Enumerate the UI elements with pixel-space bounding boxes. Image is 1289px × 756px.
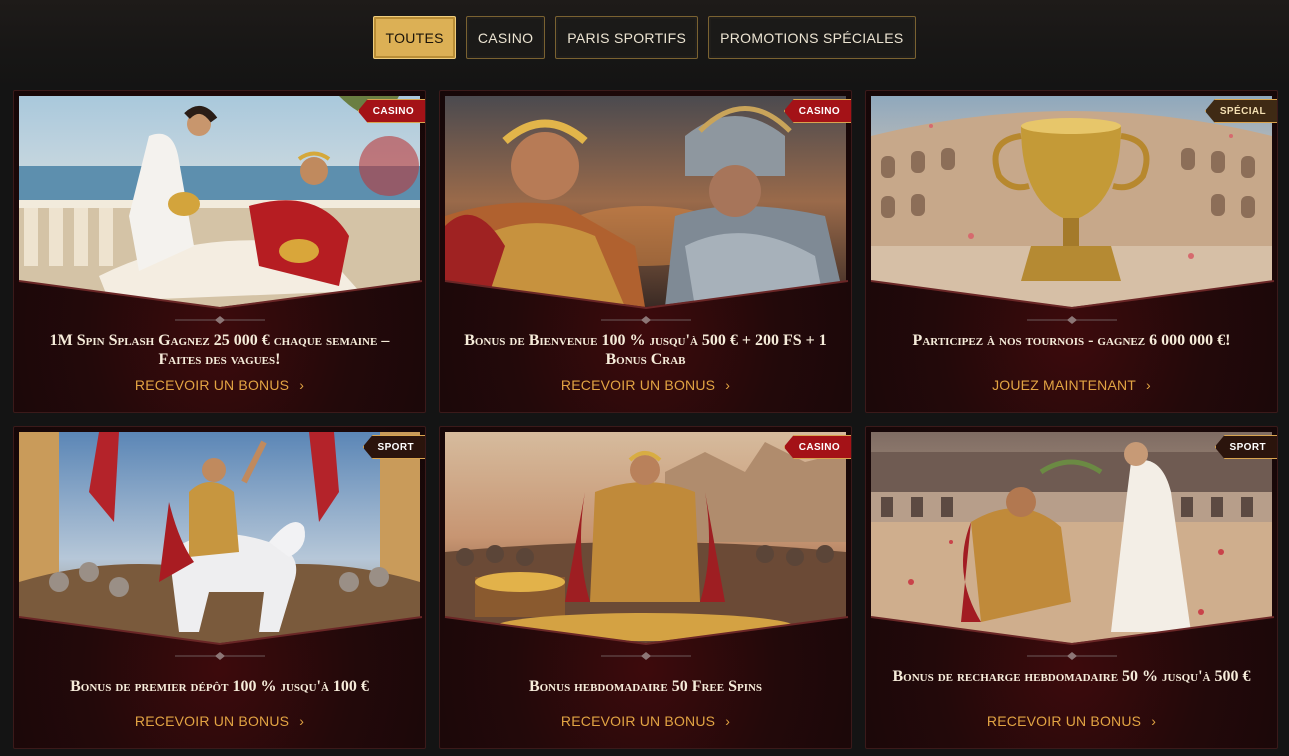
promo-card[interactable]: SPÉCIAL Participez à nos tournois - gagn…	[865, 90, 1278, 413]
promo-card[interactable]: SPORT Bonus de recharge hebdomadaire 50 …	[865, 426, 1278, 749]
cta-label: RECEVOIR UN BONUS	[560, 377, 716, 393]
category-badge: SPORT	[362, 435, 425, 459]
receive-bonus-link[interactable]: RECEVOIR UN BONUS ›	[440, 713, 851, 729]
receive-bonus-link[interactable]: RECEVOIR UN BONUS ›	[866, 713, 1277, 729]
filter-casino-button[interactable]: CASINO	[465, 16, 546, 59]
category-badge: CASINO	[783, 99, 851, 123]
chevron-right-icon: ›	[299, 713, 305, 729]
promo-card[interactable]: CASINO Bonus hebdomadaire 50 Free Spins …	[439, 426, 852, 749]
receive-bonus-link[interactable]: RECEVOIR UN BONUS ›	[14, 377, 425, 393]
promo-title: Participez à nos tournois - gagnez 6 000…	[912, 332, 1231, 349]
promo-card[interactable]: CASINO Bonus de Bienvenue 100 % jusqu'à …	[439, 90, 852, 413]
promo-title: Bonus de recharge hebdomadaire 50 % jusq…	[892, 668, 1251, 685]
promo-card[interactable]: CASINO 1M Spin Splash Gagnez 25 000 € ch…	[13, 90, 426, 413]
cta-label: JOUEZ MAINTENANT	[992, 377, 1137, 393]
promo-image-golden-trophy	[871, 96, 1272, 307]
filter-all-button[interactable]: TOUTES	[373, 16, 456, 59]
chevron-right-icon: ›	[1151, 713, 1157, 729]
category-badge: SPÉCIAL	[1204, 99, 1277, 123]
filter-sports-betting-button[interactable]: PARIS SPORTIFS	[555, 16, 699, 59]
play-now-link[interactable]: JOUEZ MAINTENANT ›	[866, 377, 1277, 393]
ornament-divider-icon	[600, 316, 691, 324]
promo-title: Bonus hebdomadaire 50 Free Spins	[528, 678, 763, 695]
cta-label: RECEVOIR UN BONUS	[986, 713, 1142, 729]
promo-image-emperor-with-gold	[445, 432, 846, 643]
category-badge: SPORT	[1214, 435, 1277, 459]
chevron-right-icon: ›	[725, 377, 731, 393]
cta-label: RECEVOIR UN BONUS	[134, 713, 290, 729]
ornament-divider-icon	[600, 652, 691, 660]
promo-filter-bar: TOUTES CASINO PARIS SPORTIFS PROMOTIONS …	[0, 16, 1289, 59]
promo-title: Bonus de Bienvenue 100 % jusqu'à 500 € +…	[464, 332, 827, 368]
promo-title: 1M Spin Splash Gagnez 25 000 € chaque se…	[49, 332, 390, 368]
chevron-right-icon: ›	[1146, 377, 1151, 393]
ornament-divider-icon	[174, 316, 265, 324]
promo-card[interactable]: SPORT Bonus de premier dépôt 100 % jusqu…	[13, 426, 426, 749]
cta-label: RECEVOIR UN BONUS	[560, 713, 716, 729]
cta-label: RECEVOIR UN BONUS	[134, 377, 290, 393]
ornament-divider-icon	[174, 652, 265, 660]
category-badge: CASINO	[783, 435, 851, 459]
ornament-divider-icon	[1026, 316, 1117, 324]
filter-special-promotions-button[interactable]: PROMOTIONS SPÉCIALES	[708, 16, 916, 59]
chevron-right-icon: ›	[725, 713, 731, 729]
promo-title: Bonus de premier dépôt 100 % jusqu'à 100…	[70, 678, 369, 695]
promo-grid: CASINO 1M Spin Splash Gagnez 25 000 € ch…	[13, 90, 1278, 749]
promo-image-reclining-emperor	[19, 96, 420, 307]
promo-image-emperor-on-horse	[19, 432, 420, 643]
receive-bonus-link[interactable]: RECEVOIR UN BONUS ›	[14, 713, 425, 729]
category-badge: CASINO	[357, 99, 425, 123]
ornament-divider-icon	[1026, 652, 1117, 660]
promo-image-emperor-and-centurion	[445, 96, 846, 307]
promo-image-gladiator-crowned	[871, 432, 1272, 643]
receive-bonus-link[interactable]: RECEVOIR UN BONUS ›	[440, 377, 851, 393]
chevron-right-icon: ›	[299, 377, 305, 393]
